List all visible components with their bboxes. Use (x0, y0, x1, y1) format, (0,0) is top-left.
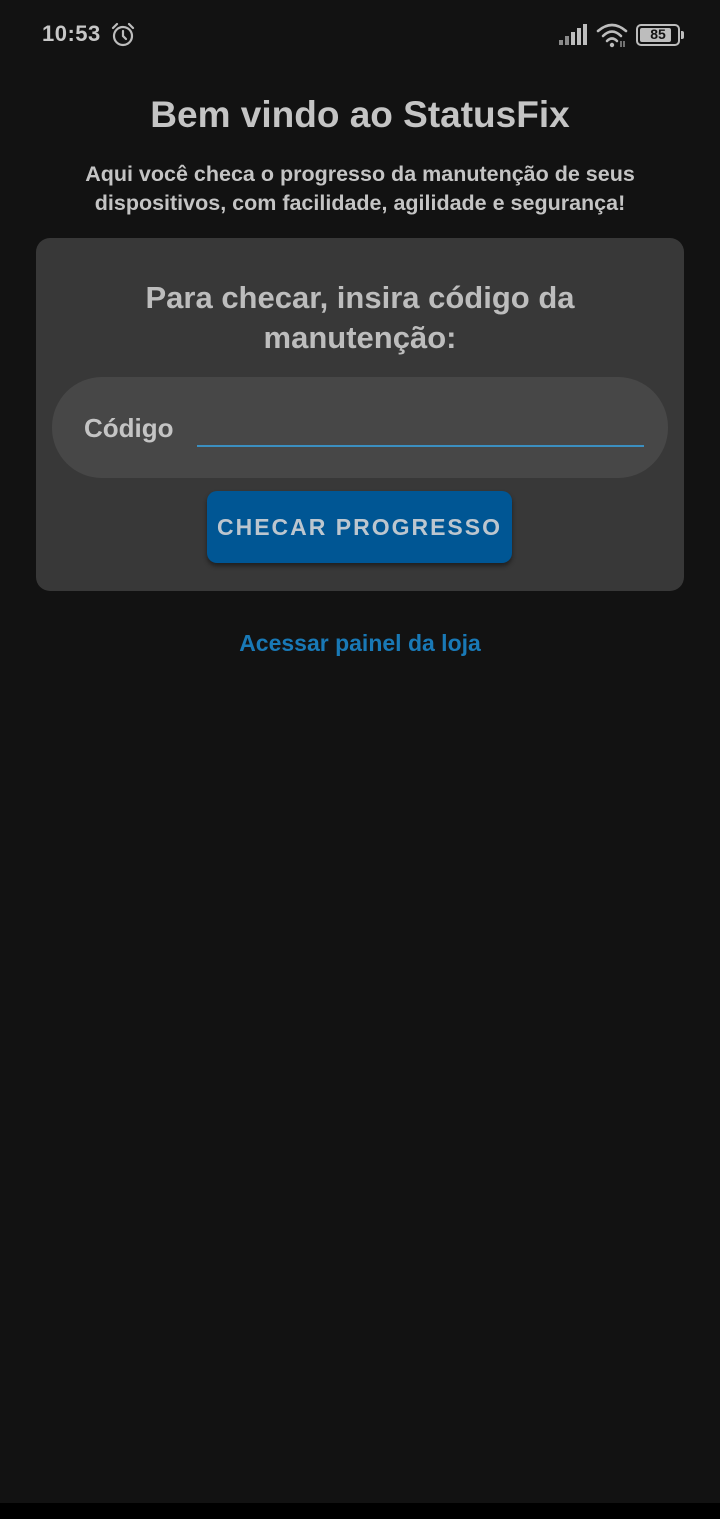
battery-icon: 85 (636, 24, 684, 46)
signal-icon (559, 24, 587, 45)
wifi-icon (596, 23, 628, 48)
store-panel-link[interactable]: Acessar painel da loja (0, 630, 720, 657)
screen: 10:53 85 Bem vindo ao StatusFix Aqui voc… (0, 0, 720, 1519)
battery-tip (681, 31, 684, 39)
alarm-clock-icon (111, 22, 135, 47)
code-label: Código (84, 413, 174, 443)
status-time: 10:53 (42, 21, 101, 46)
check-progress-button[interactable]: CHECAR PROGRESSO (207, 491, 512, 563)
battery-percentage: 85 (650, 26, 666, 42)
check-progress-card: Para checar, insira código da manutenção… (36, 238, 684, 591)
page-title: Bem vindo ao StatusFix (150, 94, 570, 135)
code-input[interactable] (197, 407, 644, 447)
navigation-bar (0, 1503, 720, 1519)
card-heading: Para checar, insira código da manutenção… (145, 280, 575, 355)
code-field: Código (52, 377, 668, 478)
page-subtitle: Aqui você checa o progresso da manutençã… (85, 162, 635, 215)
status-bar: 10:53 85 (0, 0, 720, 70)
